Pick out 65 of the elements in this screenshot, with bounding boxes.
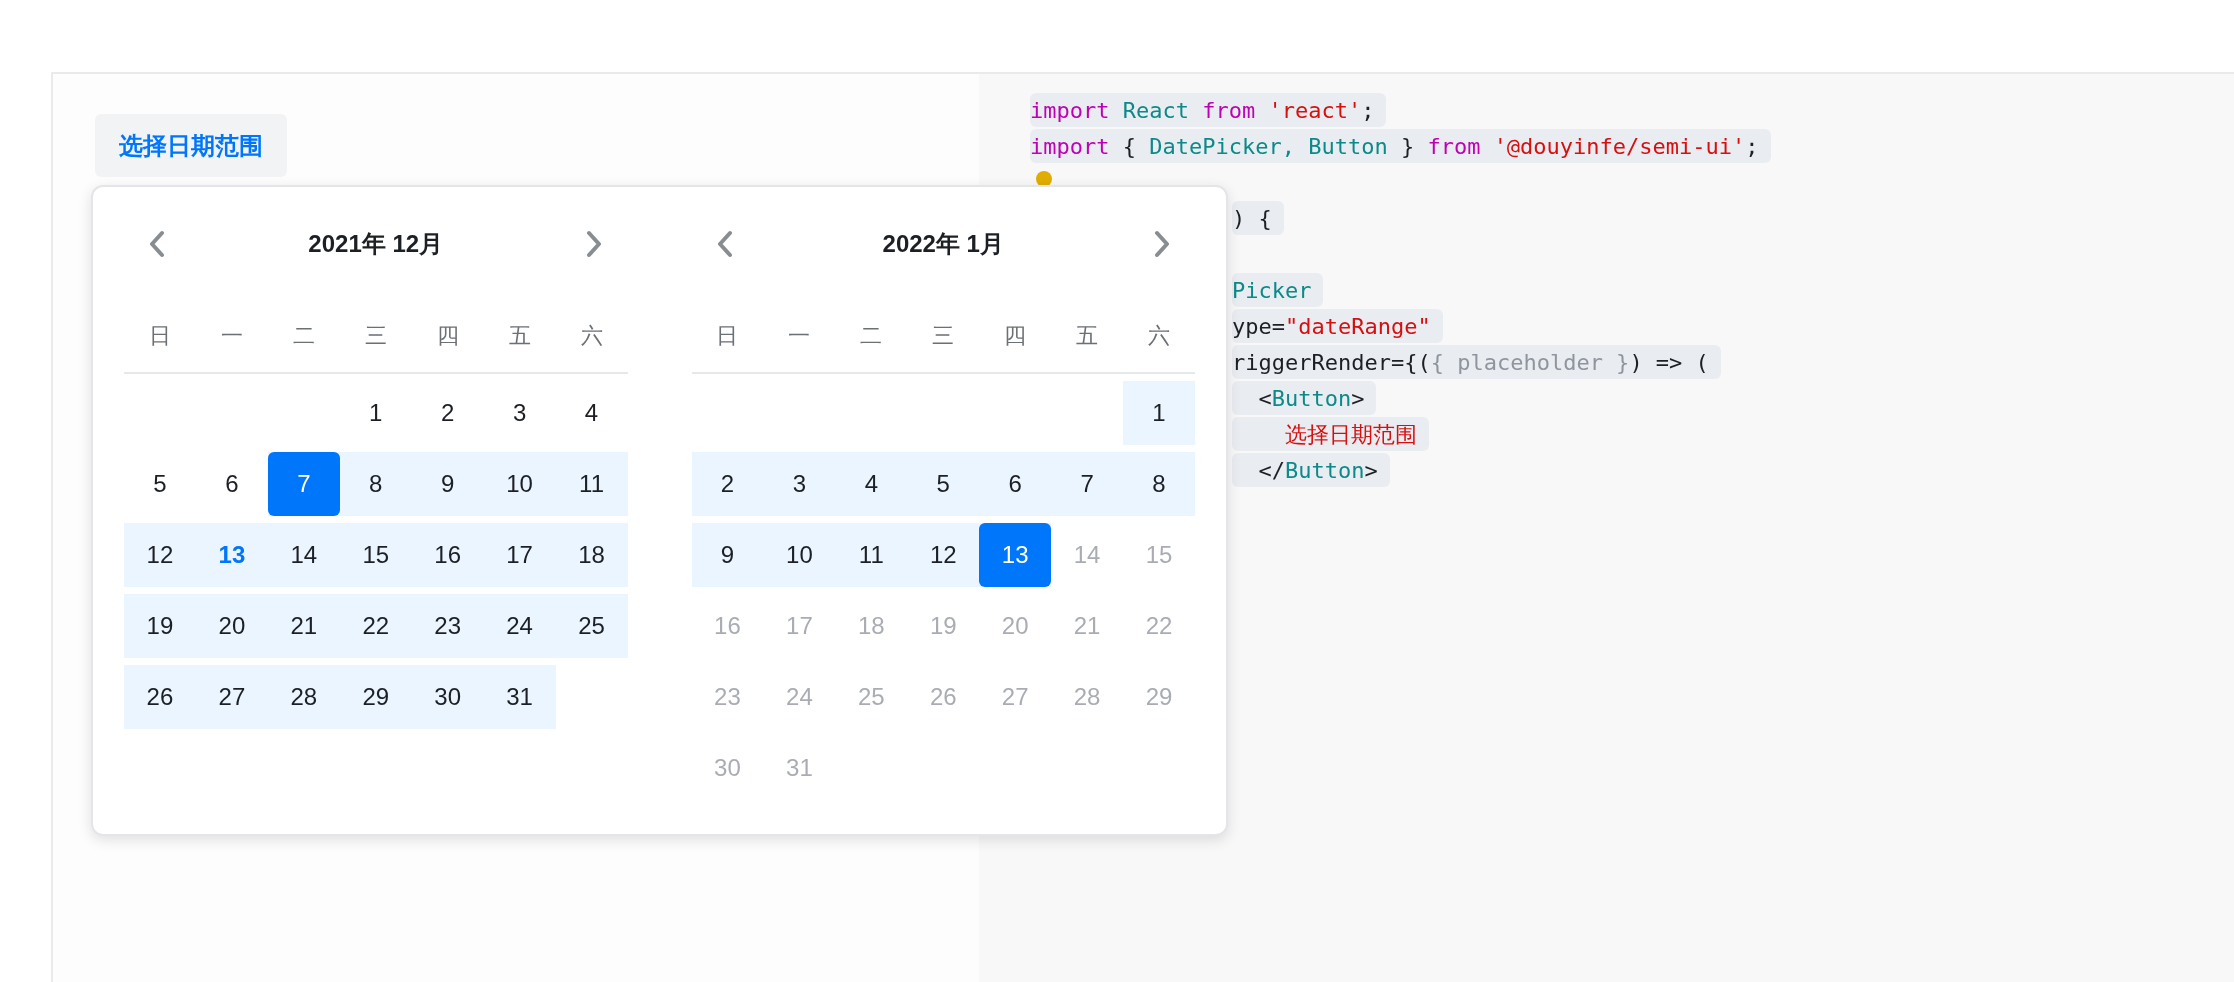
weekday-label: 六 — [1147, 321, 1172, 350]
calendar-day[interactable]: 6 — [195, 452, 268, 516]
calendar-day[interactable]: 17 — [483, 523, 556, 587]
month-title: 2021年 12月 — [308, 229, 444, 259]
calendar-day[interactable]: 29 — [339, 665, 412, 729]
weekday-label: 二 — [859, 321, 884, 350]
calendar-day[interactable]: 14 — [267, 523, 340, 587]
calendar-day[interactable]: 6 — [979, 452, 1052, 516]
chevron-left-icon[interactable] — [148, 230, 166, 258]
calendar-day[interactable]: 7 — [1051, 452, 1124, 516]
weekday-label: 日 — [147, 321, 172, 350]
weekday-label: 三 — [931, 321, 956, 350]
calendar-day[interactable]: 3 — [483, 381, 556, 445]
weekday-label: 三 — [363, 321, 388, 350]
weekday-label: 六 — [579, 321, 604, 350]
chevron-right-icon[interactable] — [585, 230, 604, 258]
calendar-day[interactable]: 9 — [691, 523, 764, 587]
calendar-day[interactable]: 10 — [763, 523, 836, 587]
calendar-day[interactable]: 5 — [907, 452, 980, 516]
weekday-label: 五 — [507, 321, 532, 350]
calendar-day[interactable]: 1 — [1123, 381, 1195, 445]
weekday-label: 日 — [715, 321, 740, 350]
calendar-day[interactable]: 11 — [555, 452, 628, 516]
weekday-label: 四 — [1003, 321, 1028, 350]
calendar-day[interactable]: 28 — [267, 665, 340, 729]
calendar-day[interactable]: 20 — [195, 594, 268, 658]
calendar-day[interactable]: 15 — [339, 523, 412, 587]
calendar-day[interactable]: 4 — [835, 452, 908, 516]
calendar-day[interactable]: 8 — [1123, 452, 1195, 516]
calendar-day[interactable]: 25 — [555, 594, 628, 658]
calendar-day[interactable]: 30 — [411, 665, 484, 729]
calendar-day[interactable]: 18 — [555, 523, 628, 587]
calendar-day[interactable]: 2 — [691, 452, 764, 516]
calendar-day[interactable]: 10 — [483, 452, 556, 516]
calendar-day[interactable]: 12 — [124, 523, 196, 587]
calendar-day[interactable]: 7 — [267, 452, 340, 516]
calendar-day[interactable]: 23 — [411, 594, 484, 658]
calendar-day[interactable]: 24 — [483, 594, 556, 658]
calendar-day[interactable]: 2 — [411, 381, 484, 445]
calendar-day[interactable]: 16 — [411, 523, 484, 587]
calendar-day[interactable]: 9 — [411, 452, 484, 516]
chevron-left-icon[interactable] — [715, 230, 734, 258]
calendar-day[interactable]: 13 — [195, 523, 268, 587]
calendar-day[interactable]: 22 — [339, 594, 412, 658]
calendar-day[interactable]: 21 — [267, 594, 340, 658]
chevron-right-icon[interactable] — [1153, 230, 1171, 258]
select-date-range-button[interactable]: 选择日期范围 — [95, 114, 287, 177]
month-title: 2022年 1月 — [882, 229, 1004, 259]
calendar-day[interactable]: 26 — [124, 665, 196, 729]
weekday-label: 四 — [435, 321, 460, 350]
calendar-day[interactable]: 3 — [763, 452, 836, 516]
weekday-label: 五 — [1075, 321, 1100, 350]
calendar-day[interactable]: 1 — [339, 381, 412, 445]
calendar-day[interactable]: 5 — [124, 452, 196, 516]
calendar-day[interactable]: 27 — [195, 665, 268, 729]
calendar-day[interactable]: 12 — [907, 523, 980, 587]
weekday-label: 二 — [291, 321, 316, 350]
calendar-day[interactable]: 11 — [835, 523, 908, 587]
calendar-day[interactable]: 31 — [483, 665, 556, 729]
calendar-day[interactable]: 4 — [555, 381, 628, 445]
calendar-day[interactable]: 19 — [124, 594, 196, 658]
calendar-day[interactable]: 13 — [979, 523, 1052, 587]
weekday-label: 一 — [787, 321, 812, 350]
weekday-label: 一 — [219, 321, 244, 350]
calendar-day[interactable]: 8 — [339, 452, 412, 516]
